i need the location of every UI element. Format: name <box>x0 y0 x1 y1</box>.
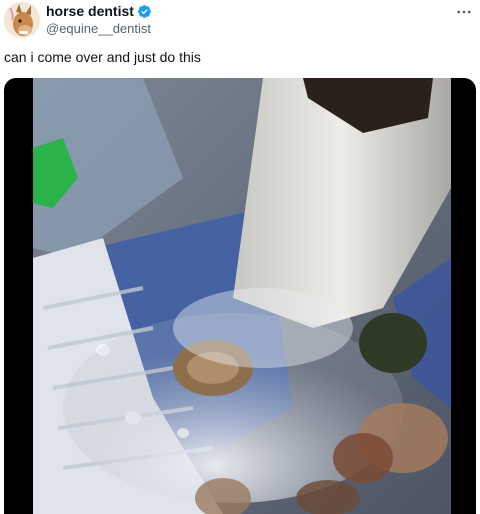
tweet-text: can i come over and just do this <box>4 49 201 65</box>
user-info[interactable]: horse dentist @equine__dentist <box>46 3 152 37</box>
avatar[interactable] <box>4 2 40 38</box>
more-options-button[interactable] <box>454 2 474 22</box>
verified-badge-icon <box>138 5 151 18</box>
name-row: horse dentist <box>46 3 152 20</box>
more-horizontal-icon <box>457 10 471 14</box>
tweet-card[interactable]: horse dentist @equine__dentist can i com… <box>0 0 480 514</box>
tweet-header: horse dentist @equine__dentist <box>4 2 474 38</box>
video-frame[interactable] <box>33 78 451 514</box>
tweet-media[interactable] <box>4 78 476 514</box>
user-handle[interactable]: @equine__dentist <box>46 21 152 37</box>
horse-face-avatar-icon <box>4 2 40 38</box>
display-name[interactable]: horse dentist <box>46 3 134 20</box>
